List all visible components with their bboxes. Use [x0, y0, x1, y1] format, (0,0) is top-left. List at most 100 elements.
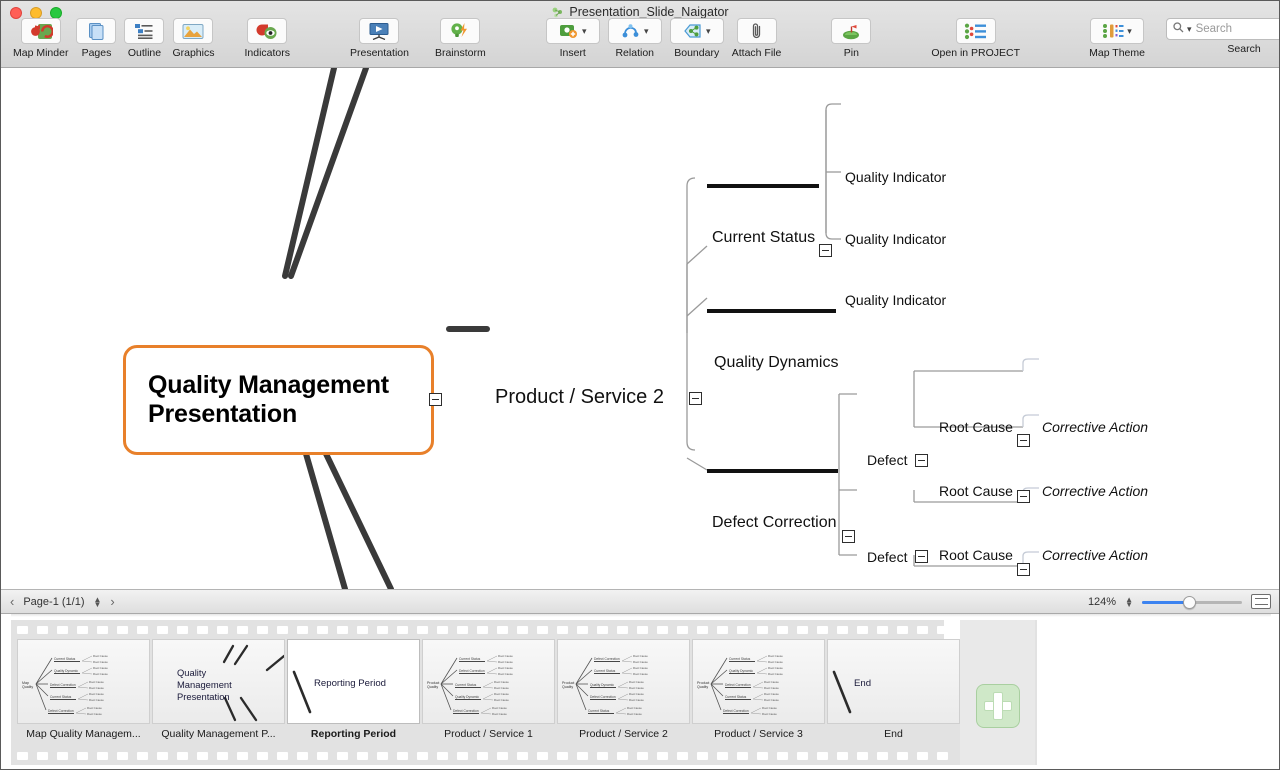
presentation-icon[interactable] [359, 18, 399, 44]
toolbar-label: Boundary [674, 47, 719, 59]
slide-thumbnail-preview[interactable]: Reporting Period [287, 639, 420, 724]
slide-thumbnail-preview[interactable]: Quality Management Presentation [152, 639, 285, 724]
mindmap-connectors [1, 68, 1280, 589]
indicators-icon[interactable] [247, 18, 287, 44]
slide-thumbnail[interactable]: Quality Management Presentation Quality … [152, 639, 285, 740]
svg-text:Quality: Quality [22, 685, 33, 689]
svg-text:Root Cause: Root Cause [764, 680, 779, 684]
chevron-down-icon[interactable]: ▾ [1127, 27, 1132, 36]
attach-file-icon[interactable] [737, 18, 777, 44]
search-box[interactable]: ▾ [1166, 18, 1280, 40]
collapse-toggle-current-status[interactable] [819, 244, 832, 257]
search-scope-chevron-icon[interactable]: ▾ [1187, 25, 1192, 34]
chevron-right-icon[interactable]: › [110, 594, 114, 609]
svg-text:Root Cause: Root Cause [494, 698, 509, 702]
collapse-toggle-defect-correction[interactable] [842, 530, 855, 543]
node-corrective-action[interactable]: Corrective Action [1042, 419, 1148, 435]
node-corrective-action[interactable]: Corrective Action [1042, 483, 1148, 499]
slide-thumbnail[interactable]: Reporting Period Reporting Period [287, 639, 420, 740]
toolbar-item-pin[interactable]: Pin [827, 18, 875, 59]
toolbar-item-map-theme[interactable]: ▾ [1086, 18, 1148, 44]
node-quality-dynamics[interactable]: Quality Dynamics [714, 354, 838, 372]
svg-text:Root Cause: Root Cause [768, 666, 783, 670]
toolbar-item-attach-file[interactable]: Attach File [728, 18, 786, 59]
toolbar-item-outline[interactable]: Outline [120, 18, 168, 59]
central-topic-node[interactable]: Quality Management Presentation [123, 345, 434, 455]
svg-text:Root Cause: Root Cause [768, 654, 783, 658]
outline-icon[interactable] [124, 18, 164, 44]
collapse-toggle-root-cause-1[interactable] [1017, 434, 1030, 447]
zoom-stepper[interactable]: ▲▼ [1125, 597, 1133, 607]
search-input[interactable] [1196, 23, 1280, 35]
map-theme-icon[interactable]: ▾ [1090, 18, 1144, 44]
node-root-cause[interactable]: Root Cause [939, 483, 1013, 499]
node-root-cause[interactable]: Root Cause [939, 547, 1013, 563]
node-defect-correction[interactable]: Defect Correction [712, 514, 837, 532]
svg-text:Quality Dynamic: Quality Dynamic [729, 669, 753, 673]
svg-text:Root Cause: Root Cause [89, 686, 104, 690]
add-slide-button[interactable] [976, 684, 1020, 728]
svg-text:Root Cause: Root Cause [627, 712, 642, 716]
svg-text:Root Cause: Root Cause [492, 706, 507, 710]
relation-icon[interactable]: ▾ [608, 18, 662, 44]
slide-thumbnail[interactable]: Product Quality Current StatusRoot Cause… [422, 639, 555, 740]
toolbar-item-relation[interactable]: ▾ Relation [604, 18, 666, 59]
graphics-icon[interactable] [173, 18, 213, 44]
boundary-icon[interactable]: ▾ [670, 18, 724, 44]
mindmap-canvas[interactable]: Quality Management Presentation Product … [1, 68, 1280, 589]
zoom-level-label: 124% [1088, 596, 1116, 608]
slide-thumbnail-preview[interactable]: Product Quality Current StatusRoot Cause… [422, 639, 555, 724]
toolbar-item-map-minder[interactable]: Map Minder [9, 18, 72, 59]
zoom-slider[interactable] [1142, 595, 1242, 609]
insert-icon[interactable]: ▾ [546, 18, 600, 44]
node-root-cause[interactable]: Root Cause [939, 419, 1013, 435]
zoom-slider-knob[interactable] [1183, 596, 1196, 609]
node-quality-indicator[interactable]: Quality Indicator [845, 169, 946, 185]
chevron-down-icon[interactable]: ▾ [582, 27, 587, 36]
slide-thumbnail[interactable]: End End [827, 639, 960, 740]
node-quality-indicator[interactable]: Quality Indicator [845, 231, 946, 247]
node-product-service-2[interactable]: Product / Service 2 [495, 386, 664, 409]
slide-thumbnail-preview[interactable]: Map Quality Current StatusRoot CauseRoot… [17, 639, 150, 724]
node-quality-indicator[interactable]: Quality Indicator [845, 292, 946, 308]
toolbar-item-boundary[interactable]: ▾ Boundary [666, 18, 728, 59]
page-stepper[interactable]: ▲▼ [94, 597, 102, 607]
svg-text:Root Cause: Root Cause [89, 692, 104, 696]
collapse-toggle-defect-1[interactable] [915, 454, 928, 467]
slide-caption: Quality Management P... [161, 728, 275, 740]
slide-thumbnail-preview[interactable]: End [827, 639, 960, 724]
node-corrective-action[interactable]: Corrective Action [1042, 547, 1148, 563]
toolbar-item-indicators[interactable]: Indicators [240, 18, 294, 59]
toolbar-item-presentation[interactable]: Presentation [346, 18, 413, 59]
toolbar-label: Attach File [732, 47, 782, 59]
collapse-toggle-central[interactable] [429, 393, 442, 406]
toolbar-item-open-in-project[interactable]: Open in PROJECT [927, 18, 1024, 59]
slide-thumbnail[interactable]: Product Quality Current StatusRoot Cause… [692, 639, 825, 740]
slide-thumbnail[interactable]: Product Quality Defect CorrectionRoot Ca… [557, 639, 690, 740]
node-defect[interactable]: Defect [867, 549, 907, 565]
svg-text:Root Cause: Root Cause [498, 654, 513, 658]
pin-icon[interactable] [831, 18, 871, 44]
slide-thumbnail-preview[interactable]: Product Quality Defect CorrectionRoot Ca… [557, 639, 690, 724]
toolbar-item-insert[interactable]: ▾ Insert [542, 18, 604, 59]
open-in-project-icon[interactable] [956, 18, 996, 44]
node-defect[interactable]: Defect [867, 452, 907, 468]
toolbar-item-brainstorm[interactable]: Brainstorm [431, 18, 490, 59]
collapse-toggle-defect-2[interactable] [915, 550, 928, 563]
pages-icon[interactable] [76, 18, 116, 44]
node-current-status[interactable]: Current Status [712, 229, 815, 247]
slide-thumbnail[interactable]: Map Quality Current StatusRoot CauseRoot… [17, 639, 150, 740]
chevron-down-icon[interactable]: ▾ [706, 27, 711, 36]
search-field-wrapper[interactable]: ▾ [1162, 18, 1280, 40]
collapse-toggle-main-branch[interactable] [689, 392, 702, 405]
brainstorm-icon[interactable] [440, 18, 480, 44]
fit-page-icon[interactable] [1251, 594, 1271, 609]
collapse-toggle-root-cause-3[interactable] [1017, 563, 1030, 576]
map-minder-icon[interactable] [21, 18, 61, 44]
chevron-down-icon[interactable]: ▾ [644, 27, 649, 36]
toolbar-item-graphics[interactable]: Graphics [168, 18, 218, 59]
chevron-left-icon[interactable]: ‹ [10, 594, 14, 609]
toolbar-item-pages[interactable]: Pages [72, 18, 120, 59]
collapse-toggle-root-cause-2[interactable] [1017, 490, 1030, 503]
slide-thumbnail-preview[interactable]: Product Quality Current StatusRoot Cause… [692, 639, 825, 724]
